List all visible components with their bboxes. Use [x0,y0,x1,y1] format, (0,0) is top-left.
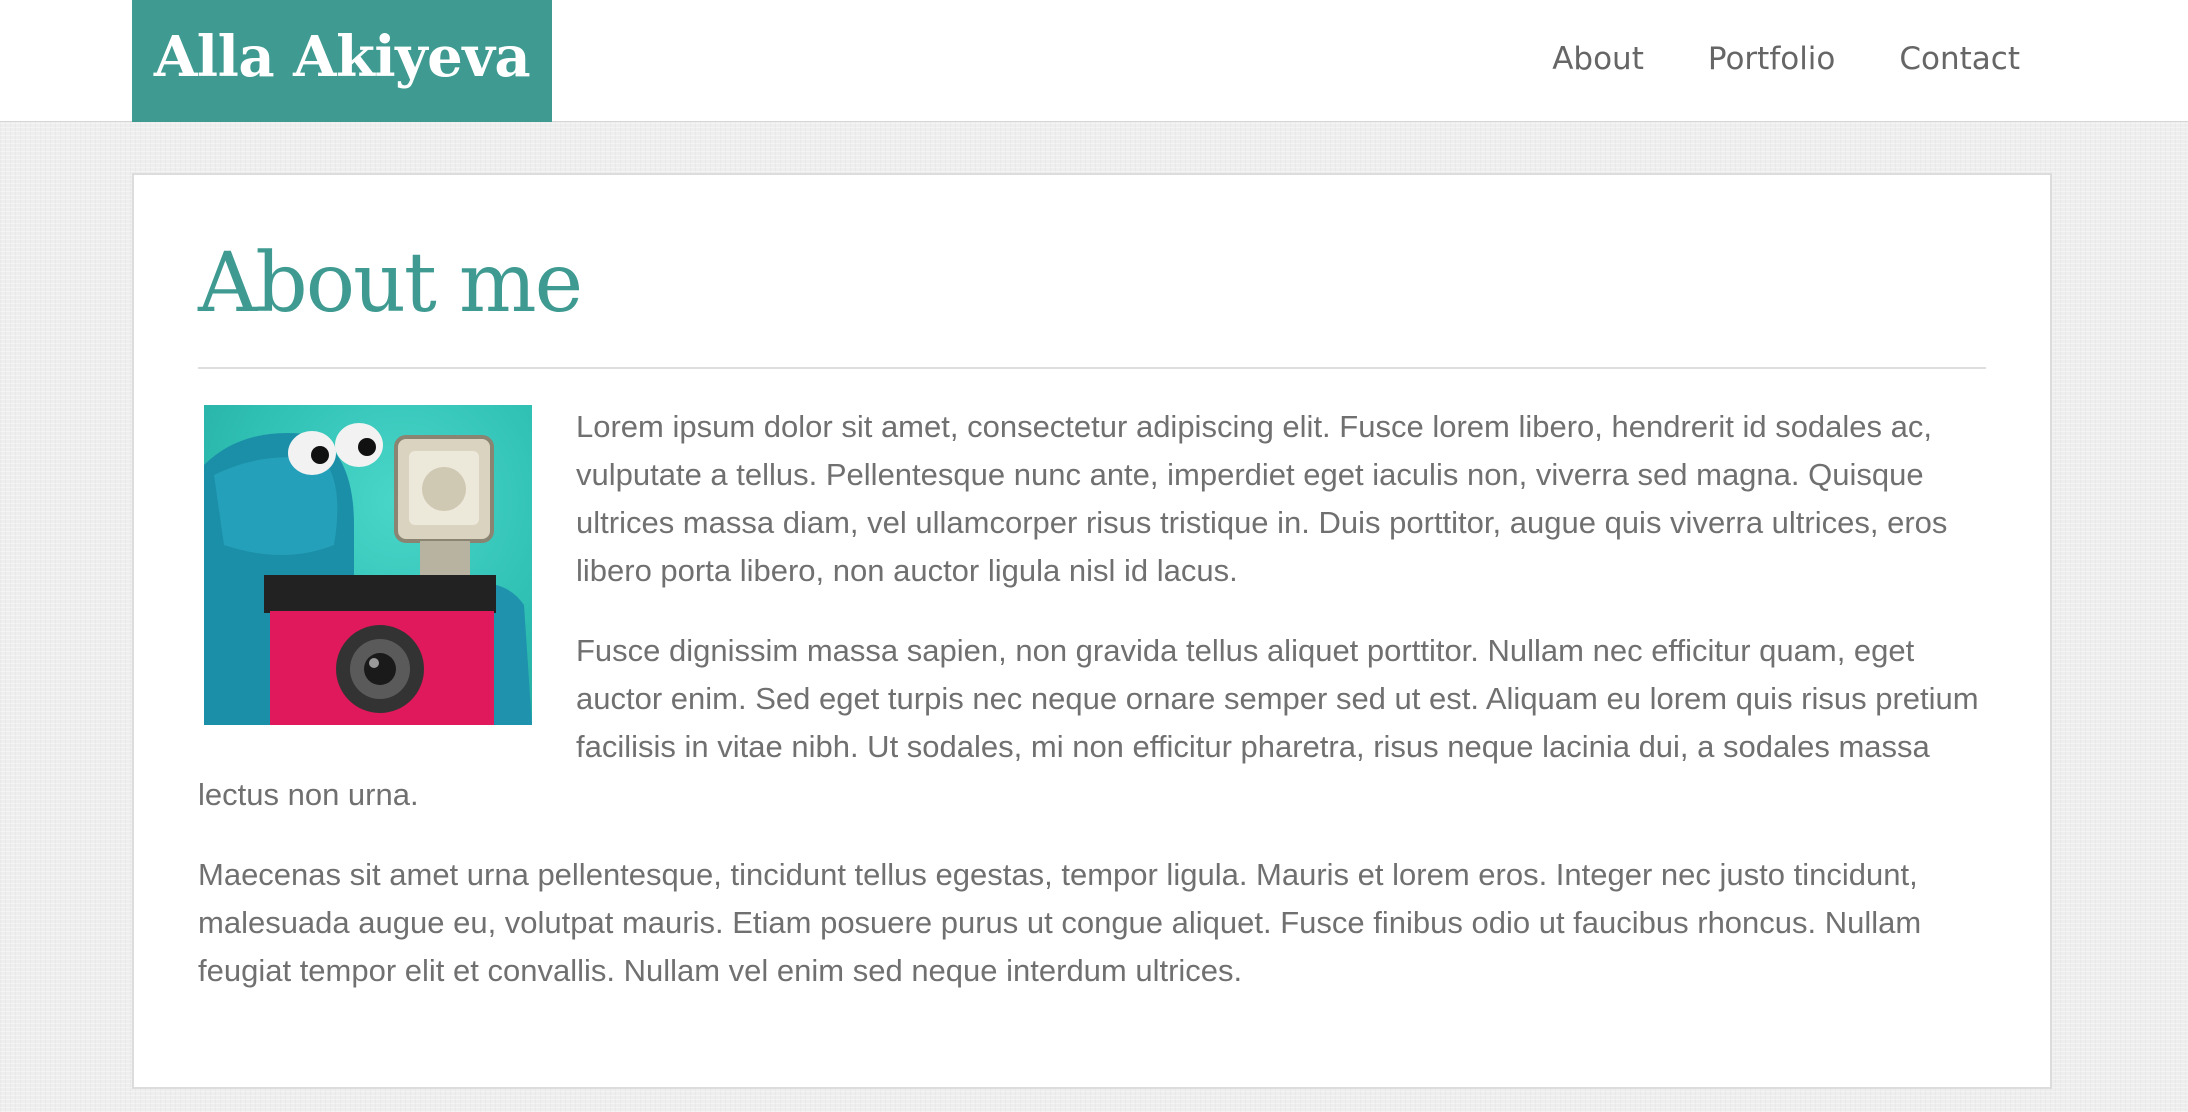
main-nav: About Portfolio Contact [1552,0,2020,118]
title-divider [198,367,1986,369]
site-header: Alla Akiyeva About Portfolio Contact [0,0,2188,122]
nav-link-portfolio[interactable]: Portfolio [1708,41,1836,77]
nav-link-about[interactable]: About [1552,41,1644,77]
content-card: About me Lorem ipsum dolor sit amet, con… [132,173,2052,1089]
page-title: About me [198,236,583,331]
site-logo[interactable]: Alla Akiyeva [132,0,552,122]
toy-camera-illustration [204,423,532,725]
nav-link-contact[interactable]: Contact [1899,41,2020,77]
profile-photo [204,405,532,725]
about-content: Lorem ipsum dolor sit amet, consectetur … [198,403,1986,1027]
about-paragraph: Maecenas sit amet urna pellentesque, tin… [198,857,1922,988]
